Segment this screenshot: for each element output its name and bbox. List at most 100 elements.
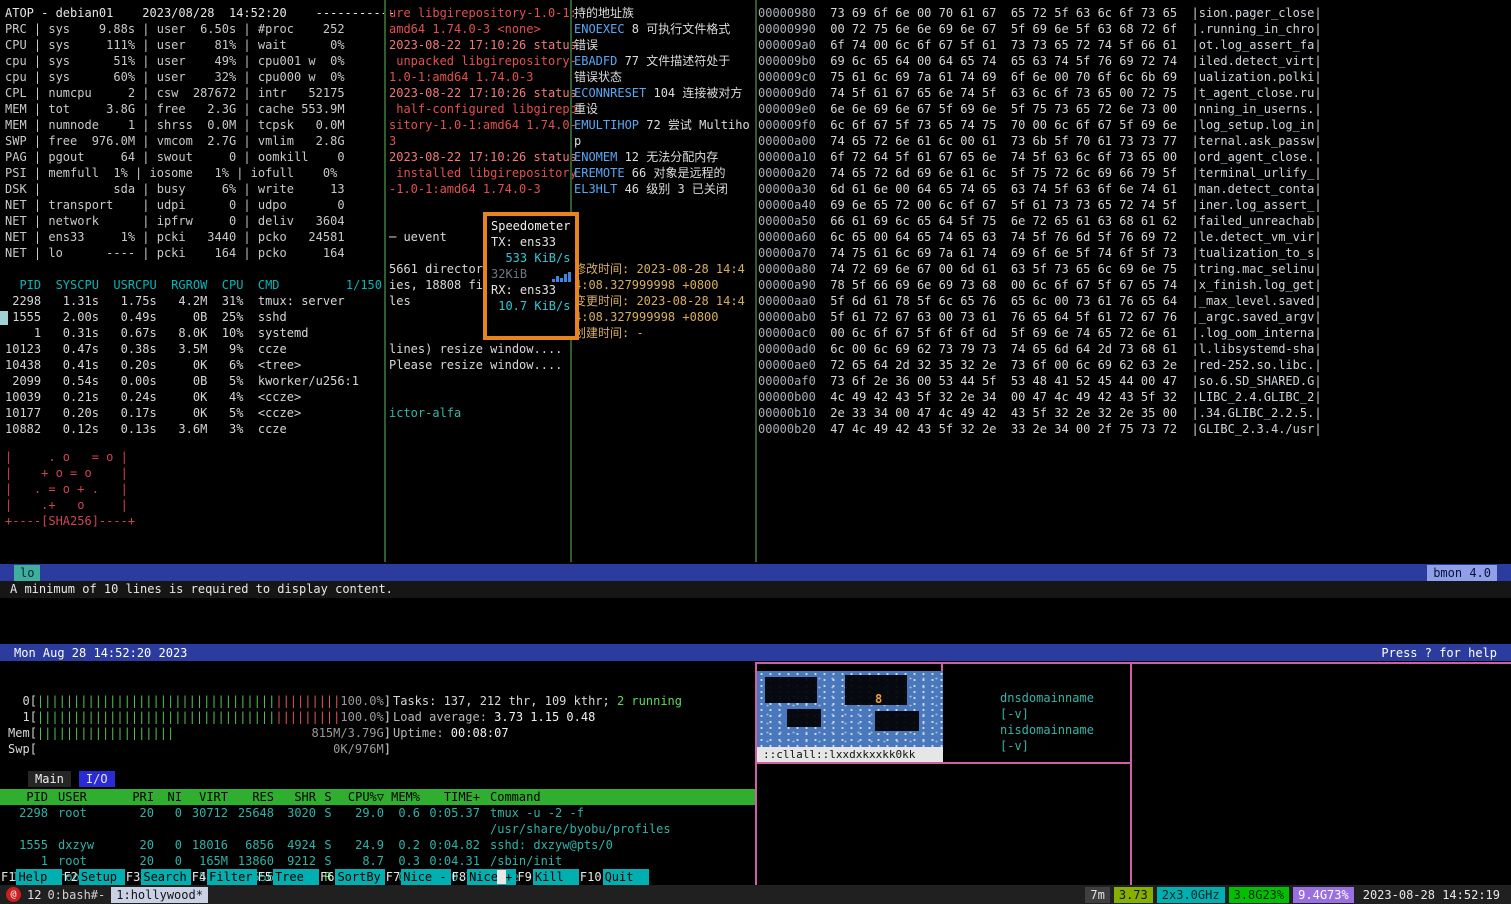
cell-virt: 30712 [191, 806, 228, 820]
hex-offset: 00000af0 [758, 374, 816, 388]
hex-ascii: |red-252.so.libc.| [1191, 358, 1322, 372]
col-mem[interactable]: MEM% [384, 789, 420, 805]
col-ni[interactable]: NI [154, 789, 182, 805]
col-state[interactable]: S [316, 789, 340, 805]
col-pid[interactable]: PID [0, 789, 48, 805]
fkey-item[interactable]: F1 Help [0, 869, 63, 885]
pane-border-vertical[interactable] [384, 0, 386, 562]
terminal-screen: ATOP - debian01 2023/08/28 14:52:20 ----… [0, 0, 1511, 904]
screen-tab[interactable]: I/O [78, 771, 115, 787]
hex-ascii: |sion.pager_close| [1191, 6, 1322, 20]
hex-bytes-1: 4c 49 42 43 5f 32 2e 34 [830, 390, 997, 404]
command-output-line: nisdomainname [1000, 723, 1094, 737]
fkey-item[interactable]: F6 SortBy [319, 869, 385, 885]
cell-user: dxzyw [58, 838, 95, 852]
fkey-label: Nice + [467, 869, 517, 885]
htop-summary: Tasks: 137, 212 thr, 109 kthr; 2 running… [393, 693, 682, 741]
hex-bytes-1: 74 72 69 6e 67 00 6d 61 [830, 262, 997, 276]
hex-bytes-2: 5f 75 72 6c 69 66 79 5f [1010, 166, 1178, 180]
hex-bytes-2: 5f 61 73 73 65 72 74 5f [1010, 198, 1178, 212]
errno-line: 重设 [574, 101, 754, 117]
hex-bytes-2: 5f 69 6e 74 65 72 6e 61 [1010, 326, 1178, 340]
hex-bytes-1: 69 6c 65 64 00 64 65 74 [830, 54, 997, 68]
hex-offset: 000009c0 [758, 70, 816, 84]
cell-pri: 20 [139, 854, 154, 868]
fkey-item[interactable]: F8 Nice + [451, 869, 517, 885]
fkey-item[interactable]: F3 Search [125, 869, 191, 885]
errno-text: 重设 [574, 102, 599, 116]
col-time[interactable]: TIME+ [420, 789, 480, 805]
col-virt[interactable]: VIRT [182, 789, 228, 805]
pane-border-horizontal[interactable] [755, 762, 1132, 764]
log-line: half-configured libgirepo [389, 102, 577, 116]
screen-tab[interactable]: Main [28, 771, 71, 787]
bmon-interface[interactable]: lo [14, 564, 41, 581]
hex-ascii: |tualization_to_s| [1191, 246, 1322, 260]
atop-process-row: 1 0.31s 0.67s 8.0K 10% systemd [5, 326, 309, 340]
errno-line: 错误状态 [574, 69, 754, 85]
hex-ascii: |t_agent_close.ru| [1191, 86, 1322, 100]
fkey-item[interactable]: F5 Tree [257, 869, 319, 885]
col-shr[interactable]: SHR [274, 789, 316, 805]
cell-cpu: 24.9 [355, 838, 384, 852]
cell-time: 0:04.31 [429, 854, 480, 868]
hex-ascii: |x_finish.log_get| [1191, 278, 1322, 292]
hex-ascii: |_argc.saved_argv| [1191, 310, 1322, 324]
hex-ascii: |terminal_urlify_| [1191, 166, 1322, 180]
fkey-item[interactable]: F10 Quit [579, 869, 649, 885]
process-table-row[interactable]: 1555 dxzyw 20 0 18016 6856 4924 S 24.9 0… [0, 837, 755, 853]
errno-text: 错误状态 [574, 70, 623, 84]
process-table-row[interactable]: 1 root 20 0 165M 13860 9212 S 8.7 0.3 0:… [0, 853, 755, 869]
hex-offset: 00000990 [758, 22, 816, 36]
cell-pid: 1555 [19, 838, 48, 852]
errno-text: p [574, 134, 582, 148]
cell-virt: 165M [199, 854, 228, 868]
errno-line: EBADFD 77 文件描述符处于 [574, 53, 754, 69]
pane-border-vertical[interactable] [1130, 662, 1132, 885]
hex-bytes-1: 6c 6f 67 5f 73 65 74 75 [830, 118, 997, 132]
meter-fill-red: ||||||||| [275, 710, 341, 724]
cell-pri: 20 [139, 838, 154, 852]
fkey-item[interactable]: F2 Setup [62, 869, 125, 885]
fkey-item[interactable]: F4 Filter [191, 869, 257, 885]
fkey-item[interactable]: F9 Kill [516, 869, 579, 885]
fkey-item[interactable]: F7 Nice - [385, 869, 451, 885]
col-pri[interactable]: PRI [118, 789, 154, 805]
errno-text: 8 可执行文件格式 [624, 22, 731, 36]
process-table-row[interactable]: 2298 root 20 0 30712 25648 3020 S 29.0 0… [0, 805, 755, 837]
col-command[interactable]: Command [480, 789, 755, 805]
col-user[interactable]: USER [48, 789, 118, 805]
errno-code: ECONNRESET [574, 86, 647, 100]
col-cpu[interactable]: CPU%▽ [340, 789, 384, 805]
hex-line: 00000aa0 5f 6d 61 78 5f 6c 65 76 65 6c 0… [758, 293, 1322, 309]
meter-fill-red: ||||||||| [275, 694, 341, 708]
hex-bytes-1: 6f 72 64 5f 61 67 65 6e [830, 150, 997, 164]
window-item[interactable]: 0:bash#- [47, 887, 105, 903]
pane-border-horizontal[interactable] [755, 662, 1511, 664]
fkey-label: Quit [602, 869, 649, 885]
bmon-status-bar: Mon Aug 28 14:52:20 2023 Press ? for hel… [0, 644, 1511, 661]
rx-rate: 10.7 KiB/s [491, 299, 571, 313]
status-left: @ 12 0:bash#- 1:hollywood* [6, 886, 208, 903]
atop-stat-line: PRC | sys 9.88s | user 6.50s | #proc 252 [5, 22, 345, 36]
art-blob [765, 677, 817, 703]
errno-line: ECONNRESET 104 连接被对方 [574, 85, 754, 101]
log-line: amd64 1.74.0-3 <none> [389, 22, 541, 36]
htop-function-keys: F1 Help F2 Setup F3 Search F4 Filter F5 Tree F6 Sor… [0, 869, 649, 885]
randomart-line: | .+ o | [5, 498, 128, 512]
fkey-number: F4 [191, 870, 207, 884]
hex-bytes-1: 72 65 64 2d 32 35 32 2e [830, 358, 997, 372]
hex-ascii: |_max_level.saved| [1191, 294, 1322, 308]
atop-process-row: 10882 0.12s 0.13s 3.6M 3% ccze [5, 422, 287, 436]
window-item[interactable]: 1:hollywood* [111, 886, 208, 903]
meter-value: 815M/3.79G [311, 726, 384, 740]
hex-bytes-1: 74 5f 61 67 65 6e 74 5f [830, 86, 997, 100]
atop-stat-line: PAG | pgout 64 | swout 0 | oomkill 0 [5, 150, 345, 164]
pane-border-vertical[interactable] [755, 0, 757, 562]
dns-command-pane: dnsdomainname [-v] nisdomainname [-v] [1000, 690, 1094, 754]
process-table-header[interactable]: PID USER PRI NI VIRT RES SHR S CPU%▽ MEM… [0, 789, 755, 805]
log-line: lines) resize window.... [389, 342, 563, 356]
errno-code: EL3HLT [574, 182, 618, 196]
col-res[interactable]: RES [228, 789, 274, 805]
